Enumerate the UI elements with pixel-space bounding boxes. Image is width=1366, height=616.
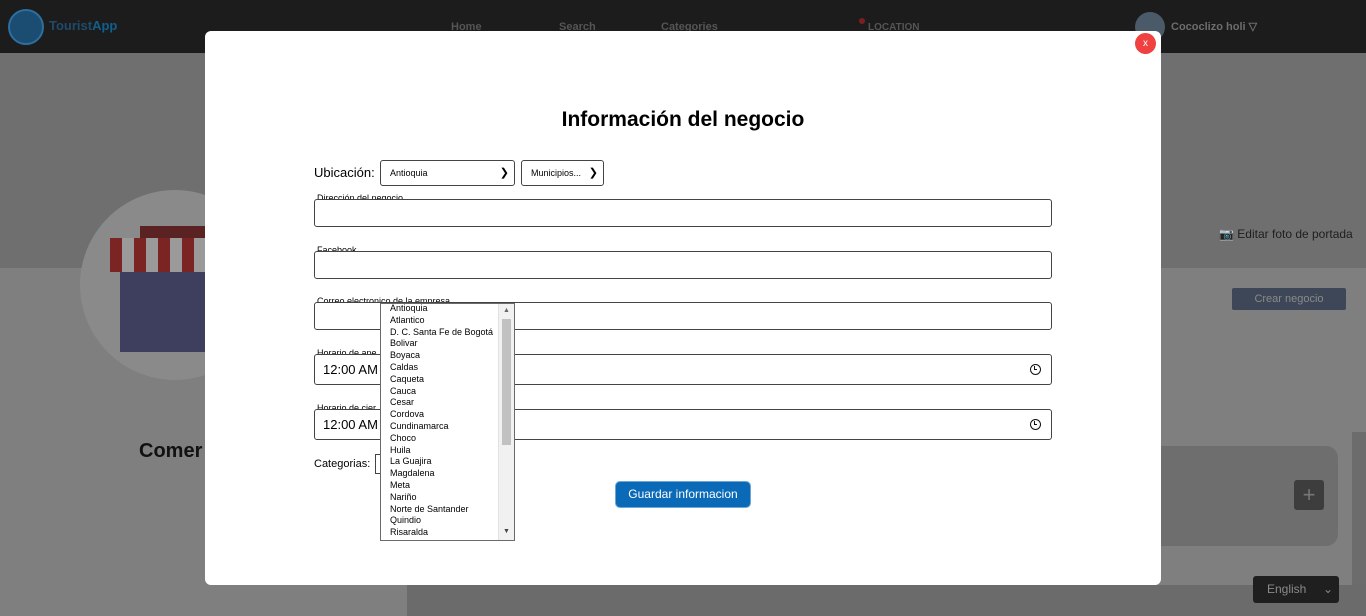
create-business-button[interactable]: Crear negocio <box>1232 288 1346 310</box>
lower-panel <box>407 585 1366 616</box>
dropdown-option[interactable]: Risaralda <box>381 527 499 539</box>
municipality-select[interactable]: Municipios... ❯ <box>521 160 604 186</box>
business-info-modal: x Información del negocio Ubicación: Ant… <box>205 31 1161 585</box>
edit-cover-button[interactable]: 📷 Editar foto de portada <box>1219 227 1353 241</box>
chevron-down-icon: ❯ <box>499 167 509 179</box>
dropdown-option[interactable]: Bolivar <box>381 338 499 350</box>
language-select[interactable]: English ⌄ <box>1253 576 1339 603</box>
dropdown-option[interactable]: Choco <box>381 433 499 445</box>
section-heading: Comer <box>139 440 203 462</box>
dropdown-option[interactable]: La Guajira <box>381 456 499 468</box>
dropdown-option[interactable]: Meta <box>381 480 499 492</box>
open-time-value: 12:00 AM <box>323 362 378 377</box>
clock-icon[interactable] <box>1030 419 1041 430</box>
user-menu[interactable]: Cococlizo holi ▽ <box>1171 20 1257 33</box>
dropdown-option[interactable]: Magdalena <box>381 468 499 480</box>
clock-icon[interactable] <box>1030 364 1041 375</box>
dropdown-option[interactable]: Cundinamarca <box>381 421 499 433</box>
dropdown-options: Antioquia Atlantico D. C. Santa Fe de Bo… <box>381 304 499 539</box>
dropdown-option[interactable]: Antioquia <box>381 304 499 315</box>
dropdown-option[interactable]: Cesar <box>381 397 499 409</box>
close-button[interactable]: x <box>1135 33 1156 54</box>
dropdown-option[interactable]: Norte de Santander <box>381 504 499 516</box>
camera-icon: 📷 <box>1219 227 1234 241</box>
department-select[interactable]: Antioquia ❯ <box>380 160 515 186</box>
categories-label: Categorias: <box>314 458 371 470</box>
dropdown-option[interactable]: Boyaca <box>381 350 499 362</box>
location-label: Ubicación: <box>314 165 375 180</box>
logo-icon[interactable] <box>8 9 44 45</box>
scrollbar-thumb[interactable] <box>502 319 511 445</box>
dropdown-option[interactable]: Atlantico <box>381 315 499 327</box>
dropdown-option[interactable]: Cordova <box>381 409 499 421</box>
close-time-value: 12:00 AM <box>323 417 378 432</box>
save-info-button[interactable]: Guardar informacion <box>615 481 751 508</box>
dropdown-option[interactable]: D. C. Santa Fe de Bogotá <box>381 327 499 339</box>
dropdown-option[interactable]: Caqueta <box>381 374 499 386</box>
add-button[interactable]: + <box>1294 480 1324 510</box>
shop-sign <box>140 226 210 238</box>
dropdown-option[interactable]: Huila <box>381 445 499 457</box>
modal-title: Información del negocio <box>561 108 805 131</box>
dropdown-option[interactable]: Nariño <box>381 492 499 504</box>
dropdown-option[interactable]: Quindio <box>381 515 499 527</box>
dropdown-option[interactable]: Caldas <box>381 362 499 374</box>
department-dropdown-list[interactable]: Antioquia Atlantico D. C. Santa Fe de Bo… <box>380 303 515 541</box>
chevron-down-icon: ❯ <box>588 167 598 179</box>
scroll-down-icon[interactable]: ▼ <box>503 528 510 535</box>
municipality-select-value: Municipios... <box>531 168 582 178</box>
facebook-input[interactable] <box>314 251 1052 279</box>
department-select-value: Antioquia <box>390 168 428 178</box>
scroll-up-icon[interactable]: ▲ <box>503 307 510 314</box>
dropdown-option[interactable]: Cauca <box>381 386 499 398</box>
logo-text[interactable]: TouristApp <box>49 18 117 33</box>
address-input[interactable] <box>314 199 1052 227</box>
chevron-down-icon: ⌄ <box>1322 582 1333 596</box>
location-pin-icon <box>859 18 865 24</box>
dropdown-scrollbar[interactable]: ▲ ▼ <box>498 304 514 540</box>
